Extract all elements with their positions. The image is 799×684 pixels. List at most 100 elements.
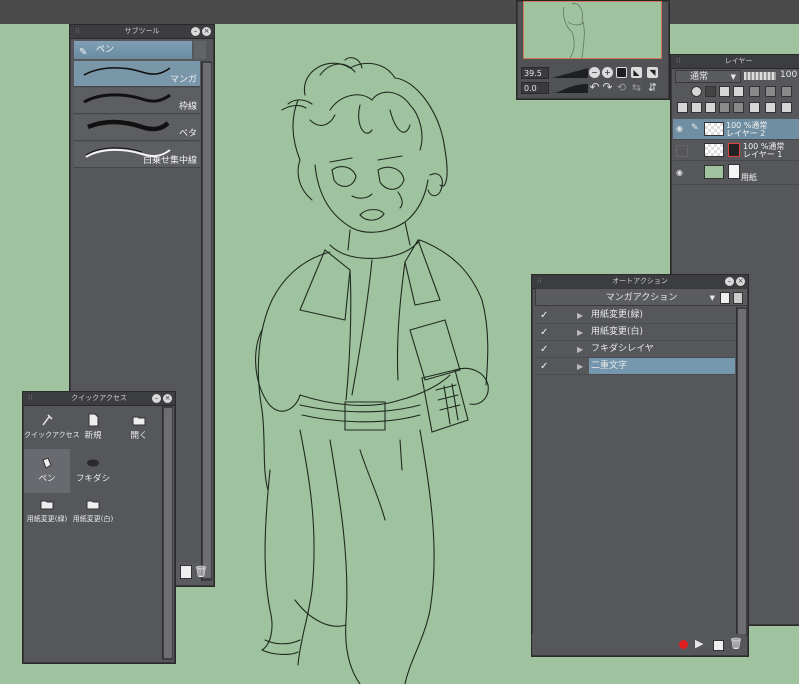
- flip-v2-icon[interactable]: ⇵: [647, 82, 658, 93]
- quick-access-item-balloon[interactable]: フキダシ: [70, 449, 116, 493]
- flip-horizontal-icon[interactable]: ◣: [631, 67, 642, 78]
- new-vector-layer-icon[interactable]: [691, 102, 702, 113]
- layer-row[interactable]: ◉ 用紙: [673, 161, 799, 185]
- expand-arrow-icon[interactable]: ▶: [577, 358, 583, 375]
- subtool-group-tab[interactable]: ✎ ペン: [74, 41, 192, 59]
- brush-stroke-preview: [87, 119, 170, 132]
- mask-thumbnail-icon[interactable]: [728, 143, 740, 157]
- brush-item-white-lines[interactable]: 白乗せ集中線: [74, 142, 200, 168]
- action-set-select[interactable]: マンガアクション ▼: [535, 288, 748, 306]
- new-subtool-icon[interactable]: [180, 565, 192, 579]
- auto-action-panel: ⁝⁝ オートアクション – × マンガアクション ▼ ✓ ▶ 用紙変更(緑) ✓…: [531, 274, 749, 657]
- quick-access-item-open[interactable]: 開く: [116, 406, 162, 450]
- panel-grip-icon[interactable]: ⁝⁝: [28, 392, 32, 405]
- reset-rotation-icon[interactable]: ⟲: [616, 82, 627, 93]
- auto-action-scrollbar[interactable]: [736, 307, 747, 637]
- minimize-icon[interactable]: –: [152, 394, 161, 403]
- flip-h2-icon[interactable]: ⇆: [631, 82, 642, 93]
- opacity-slider[interactable]: [744, 72, 776, 80]
- lock-icon[interactable]: [719, 86, 730, 97]
- transfer-down-icon[interactable]: [719, 102, 730, 113]
- quick-access-scrollbar[interactable]: [162, 406, 173, 660]
- brush-item-manga[interactable]: マンガ: [74, 61, 200, 87]
- new-raster-layer-icon[interactable]: [677, 102, 688, 113]
- panel-grip-icon[interactable]: ⁝⁝: [75, 25, 79, 38]
- rotate-left-icon[interactable]: ↶: [589, 81, 600, 93]
- layer-titlebar[interactable]: ⁝⁝ レイヤー: [671, 55, 799, 69]
- layer-row[interactable]: 100 %通常 レイヤー 1: [673, 140, 799, 161]
- record-icon[interactable]: [679, 640, 688, 649]
- check-icon[interactable]: ✓: [540, 324, 548, 341]
- layer-thumbnail: [704, 143, 724, 157]
- minimize-icon[interactable]: –: [191, 27, 200, 36]
- action-row[interactable]: ✓ ▶ 二重文字: [535, 358, 735, 375]
- navigator-preview[interactable]: [523, 1, 662, 59]
- check-icon[interactable]: ✓: [540, 307, 548, 324]
- layer-mask-icon[interactable]: [691, 86, 702, 97]
- delete-set-icon[interactable]: [733, 292, 743, 304]
- close-icon[interactable]: ×: [202, 27, 211, 36]
- action-row[interactable]: ✓ ▶ 用紙変更(緑): [535, 307, 735, 324]
- duplicate-icon[interactable]: [713, 640, 724, 651]
- brush-label: ベタ: [178, 129, 197, 139]
- edit-pen-icon[interactable]: ✎: [691, 123, 699, 133]
- quick-access-item-new[interactable]: 新規: [70, 406, 116, 450]
- clip-icon[interactable]: [749, 86, 760, 97]
- visibility-eye-icon[interactable]: ◉: [676, 124, 683, 133]
- action-row[interactable]: ✓ ▶ 用紙変更(白): [535, 324, 735, 341]
- expand-arrow-icon[interactable]: ▶: [577, 324, 583, 341]
- quick-access-titlebar[interactable]: ⁝⁝ クイックアクセス – ×: [23, 392, 175, 406]
- play-icon[interactable]: ▶: [695, 637, 703, 650]
- rotation-slider[interactable]: [552, 82, 588, 94]
- layer-row[interactable]: ◉ ✎ 100 %通常 レイヤー 2: [673, 119, 799, 140]
- zoom-field[interactable]: 39.5: [521, 67, 549, 79]
- pen-icon: ✎: [79, 47, 88, 58]
- check-icon[interactable]: ✓: [540, 358, 548, 375]
- visibility-eye-icon[interactable]: ◉: [676, 168, 683, 177]
- zoom-in-icon[interactable]: +: [602, 67, 613, 78]
- trash-icon[interactable]: 🗑: [194, 565, 208, 578]
- auto-action-titlebar[interactable]: ⁝⁝ オートアクション – ×: [532, 275, 748, 289]
- expand-arrow-icon[interactable]: ▶: [577, 341, 583, 358]
- merge-down-icon[interactable]: [733, 102, 744, 113]
- panel-grip-icon[interactable]: ⁝⁝: [537, 275, 541, 288]
- quick-access-item-paper-white[interactable]: 用紙変更(白): [70, 490, 116, 534]
- blend-mode-select[interactable]: 通常 ▼: [675, 70, 741, 83]
- brush-item-frame[interactable]: 枠線: [74, 88, 200, 114]
- trash-icon[interactable]: 🗑: [729, 637, 743, 650]
- action-row[interactable]: ✓ ▶ フキダシレイヤ: [535, 341, 735, 358]
- reference-layer-icon[interactable]: [705, 86, 716, 97]
- subtool-menu-button[interactable]: [194, 41, 206, 59]
- layer-color-icon[interactable]: [781, 86, 792, 97]
- layer-title: レイヤー: [724, 57, 753, 65]
- apply-mask-icon[interactable]: [765, 102, 776, 113]
- opacity-value[interactable]: 100: [780, 70, 797, 80]
- zoom-slider[interactable]: [552, 67, 588, 79]
- minimize-icon[interactable]: –: [725, 277, 734, 286]
- rotation-field[interactable]: 0.0: [521, 82, 549, 94]
- create-mask-icon[interactable]: [749, 102, 760, 113]
- check-icon[interactable]: ✓: [540, 341, 548, 358]
- quick-access-item-pen[interactable]: ペン: [24, 449, 70, 493]
- flip-vertical-icon[interactable]: ◥: [647, 67, 658, 78]
- brush-item-fill[interactable]: ベタ: [74, 115, 200, 141]
- close-icon[interactable]: ×: [163, 394, 172, 403]
- visibility-empty-icon[interactable]: [676, 145, 688, 157]
- quick-access-item-paper-green[interactable]: 用紙変更(緑): [24, 490, 70, 534]
- subtool-scrollbar[interactable]: [201, 61, 212, 581]
- close-icon[interactable]: ×: [736, 277, 745, 286]
- draft-layer-icon[interactable]: [765, 86, 776, 97]
- expand-arrow-icon[interactable]: ▶: [577, 307, 583, 324]
- lock-transparency-icon[interactable]: [733, 86, 744, 97]
- quick-access-item-settings[interactable]: クイックアクセス: [24, 406, 80, 450]
- quick-access-label: 用紙変更(緑): [26, 515, 68, 523]
- zoom-out-icon[interactable]: −: [589, 67, 600, 78]
- panel-grip-icon[interactable]: ⁝⁝: [676, 55, 680, 68]
- new-folder-icon[interactable]: [705, 102, 716, 113]
- new-set-icon[interactable]: [720, 292, 730, 304]
- rotate-right-icon[interactable]: ↷: [602, 81, 613, 93]
- fit-view-icon[interactable]: [616, 67, 627, 78]
- subtool-titlebar[interactable]: ⁝⁝ サブツール – ×: [70, 25, 214, 39]
- action-name: フキダシレイヤ: [591, 344, 654, 354]
- delete-layer-icon[interactable]: [781, 102, 792, 113]
